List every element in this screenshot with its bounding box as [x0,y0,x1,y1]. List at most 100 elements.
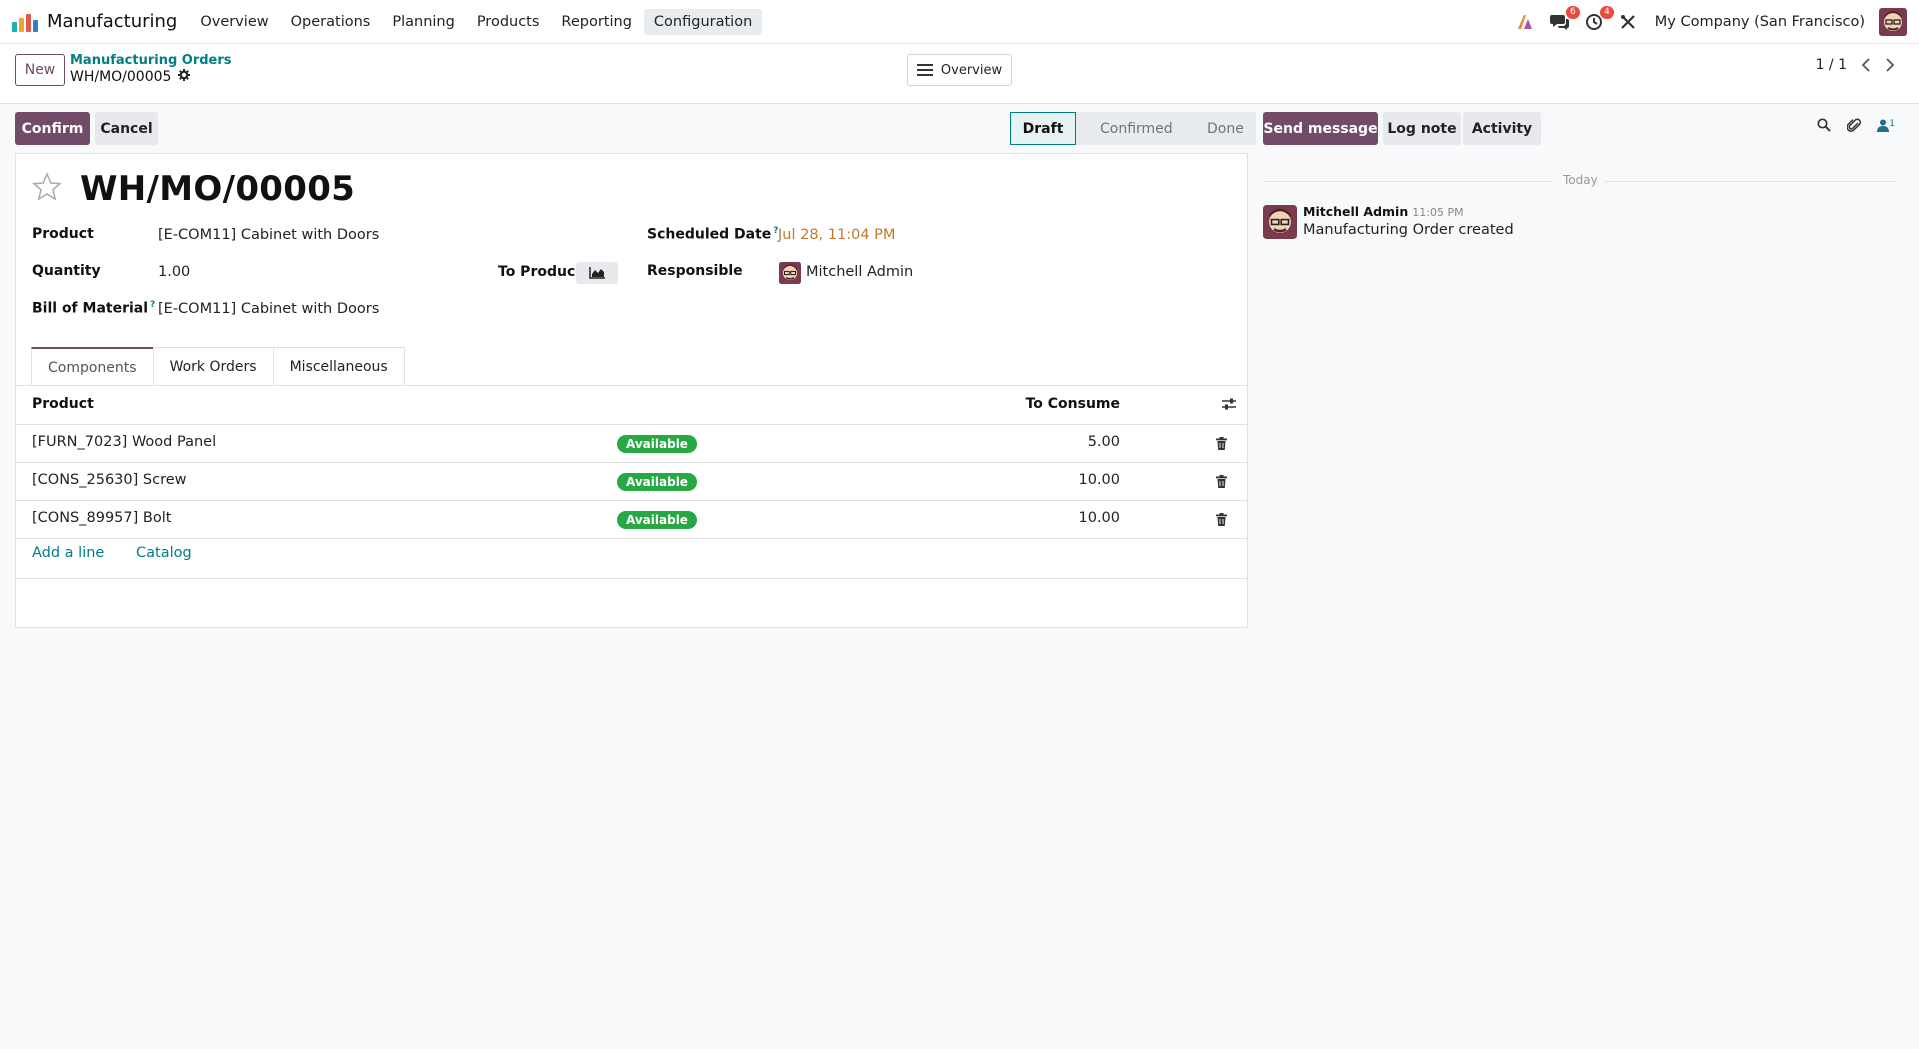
column-header-to-consume[interactable]: To Consume [1026,396,1120,412]
component-product[interactable]: [CONS_89957] Bolt [32,510,171,526]
component-quantity[interactable]: 10.00 [1078,472,1120,488]
table-row[interactable]: [CONS_25630] Screw Available 10.00 [16,462,1247,500]
scheduled-date-label: Scheduled Date? [647,226,779,243]
control-panel: New Manufacturing Orders WH/MO/00005 Ove… [0,44,1919,104]
chatter-tools: 1 [1817,117,1895,137]
pager-value[interactable]: 1 / 1 [1816,57,1847,73]
menu-overview[interactable]: Overview [190,9,278,35]
table-footer-row [16,538,1247,578]
responsible-field[interactable]: Mitchell Admin [806,264,913,280]
messages-icon[interactable]: 6 [1549,6,1580,33]
separator-line-right [1605,181,1895,182]
activities-clock-icon[interactable]: 4 [1583,6,1614,33]
area-chart-icon [589,267,605,279]
component-product[interactable]: [CONS_25630] Screw [32,472,187,488]
new-button[interactable]: New [15,54,65,86]
confirm-button[interactable]: Confirm [15,112,90,145]
company-switcher[interactable]: My Company (San Francisco) [1655,14,1865,30]
forecast-chart-button[interactable] [576,262,618,284]
message-author-avatar[interactable] [1263,205,1297,239]
search-icon[interactable] [1817,118,1831,136]
stage-draft[interactable]: Draft [1010,112,1076,145]
scheduled-date-field[interactable]: Jul 28, 11:04 PM [778,227,895,243]
activities-badge: 4 [1600,6,1614,19]
user-avatar[interactable] [1879,8,1907,36]
bom-field[interactable]: [E-COM11] Cabinet with Doors [158,301,379,317]
chevron-left-icon[interactable] [1861,58,1871,72]
messages-badge: 6 [1566,6,1580,19]
table-bottom-border [16,578,1247,579]
table-row[interactable]: [CONS_89957] Bolt Available 10.00 [16,500,1247,538]
send-message-button[interactable]: Send message [1263,112,1378,145]
main-menu: Overview Operations Planning Products Re… [189,8,763,35]
product-label: Product [32,226,94,242]
quantity-label: Quantity [32,263,101,279]
assistant-icon[interactable] [1515,11,1537,33]
status-badge: Available [617,435,697,453]
date-separator: Today [1263,171,1895,191]
date-separator-label: Today [1563,173,1598,187]
trash-icon[interactable] [1216,512,1227,530]
status-badge: Available [617,473,697,491]
menu-operations[interactable]: Operations [281,9,381,35]
trash-icon[interactable] [1216,474,1227,492]
tab-divider [16,385,1247,386]
top-navbar: Manufacturing Overview Operations Planni… [0,0,1919,44]
notebook-tabs: Components Work Orders Miscellaneous [31,347,405,386]
optional-columns-icon[interactable] [1221,397,1237,415]
record-title[interactable]: WH/MO/00005 [80,169,355,209]
followers-count: 1 [1889,119,1895,129]
paperclip-icon[interactable] [1846,117,1862,137]
overview-button[interactable]: Overview [907,54,1012,86]
gear-icon[interactable] [178,69,191,85]
debug-tools-icon[interactable] [1617,11,1639,33]
component-quantity[interactable]: 5.00 [1088,434,1120,450]
followers-button[interactable]: 1 [1877,118,1895,136]
hamburger-icon [916,64,933,76]
trash-icon[interactable] [1216,436,1227,454]
table-row[interactable]: [FURN_7023] Wood Panel Available 5.00 [16,424,1247,462]
message-author-name[interactable]: Mitchell Admin [1303,204,1408,219]
column-header-product[interactable]: Product [32,396,94,412]
add-line-link[interactable]: Add a line [32,545,104,561]
manufacturing-app-icon[interactable] [12,12,38,32]
quantity-field[interactable]: 1.00 [158,264,190,280]
bom-label: Bill of Material? [32,300,155,317]
menu-planning[interactable]: Planning [382,9,464,35]
separator-line-left [1263,181,1553,182]
form-sheet: WH/MO/00005 Product [E-COM11] Cabinet wi… [15,153,1248,628]
component-product[interactable]: [FURN_7023] Wood Panel [32,434,216,450]
user-icon [1877,119,1890,132]
breadcrumb-current-label: WH/MO/00005 [70,69,172,85]
app-name[interactable]: Manufacturing [47,11,177,32]
tab-miscellaneous[interactable]: Miscellaneous [272,347,405,386]
menu-configuration[interactable]: Configuration [643,8,763,35]
tab-work-orders[interactable]: Work Orders [152,347,274,386]
pager: 1 / 1 [1816,57,1895,73]
stage-confirmed[interactable]: Confirmed [1076,112,1181,145]
log-note-button[interactable]: Log note [1383,112,1461,145]
status-badge: Available [617,511,697,529]
responsible-label: Responsible [647,263,743,279]
menu-reporting[interactable]: Reporting [551,9,642,35]
activity-button[interactable]: Activity [1463,112,1541,145]
product-field[interactable]: [E-COM11] Cabinet with Doors [158,227,379,243]
message-author[interactable]: Mitchell Admin 11:05 PM [1303,204,1464,219]
chevron-right-icon[interactable] [1885,58,1895,72]
breadcrumb-parent-link[interactable]: Manufacturing Orders [70,53,232,68]
tab-components[interactable]: Components [31,347,154,386]
bom-help[interactable]: ? [150,300,155,310]
message-body: Manufacturing Order created [1303,222,1514,238]
star-icon[interactable] [32,172,62,206]
cancel-button[interactable]: Cancel [95,112,158,145]
to-produce-label: To Produce [498,264,585,280]
message-time: 11:05 PM [1412,206,1464,219]
responsible-avatar [779,262,801,284]
scheduled-date-label-text: Scheduled Date [647,226,772,243]
component-quantity[interactable]: 10.00 [1078,510,1120,526]
overview-label: Overview [940,62,1003,78]
stage-done[interactable]: Done [1181,112,1256,145]
systray: 6 4 My Company (San Francisco) [1509,0,1919,44]
catalog-link[interactable]: Catalog [136,545,192,561]
menu-products[interactable]: Products [467,9,550,35]
